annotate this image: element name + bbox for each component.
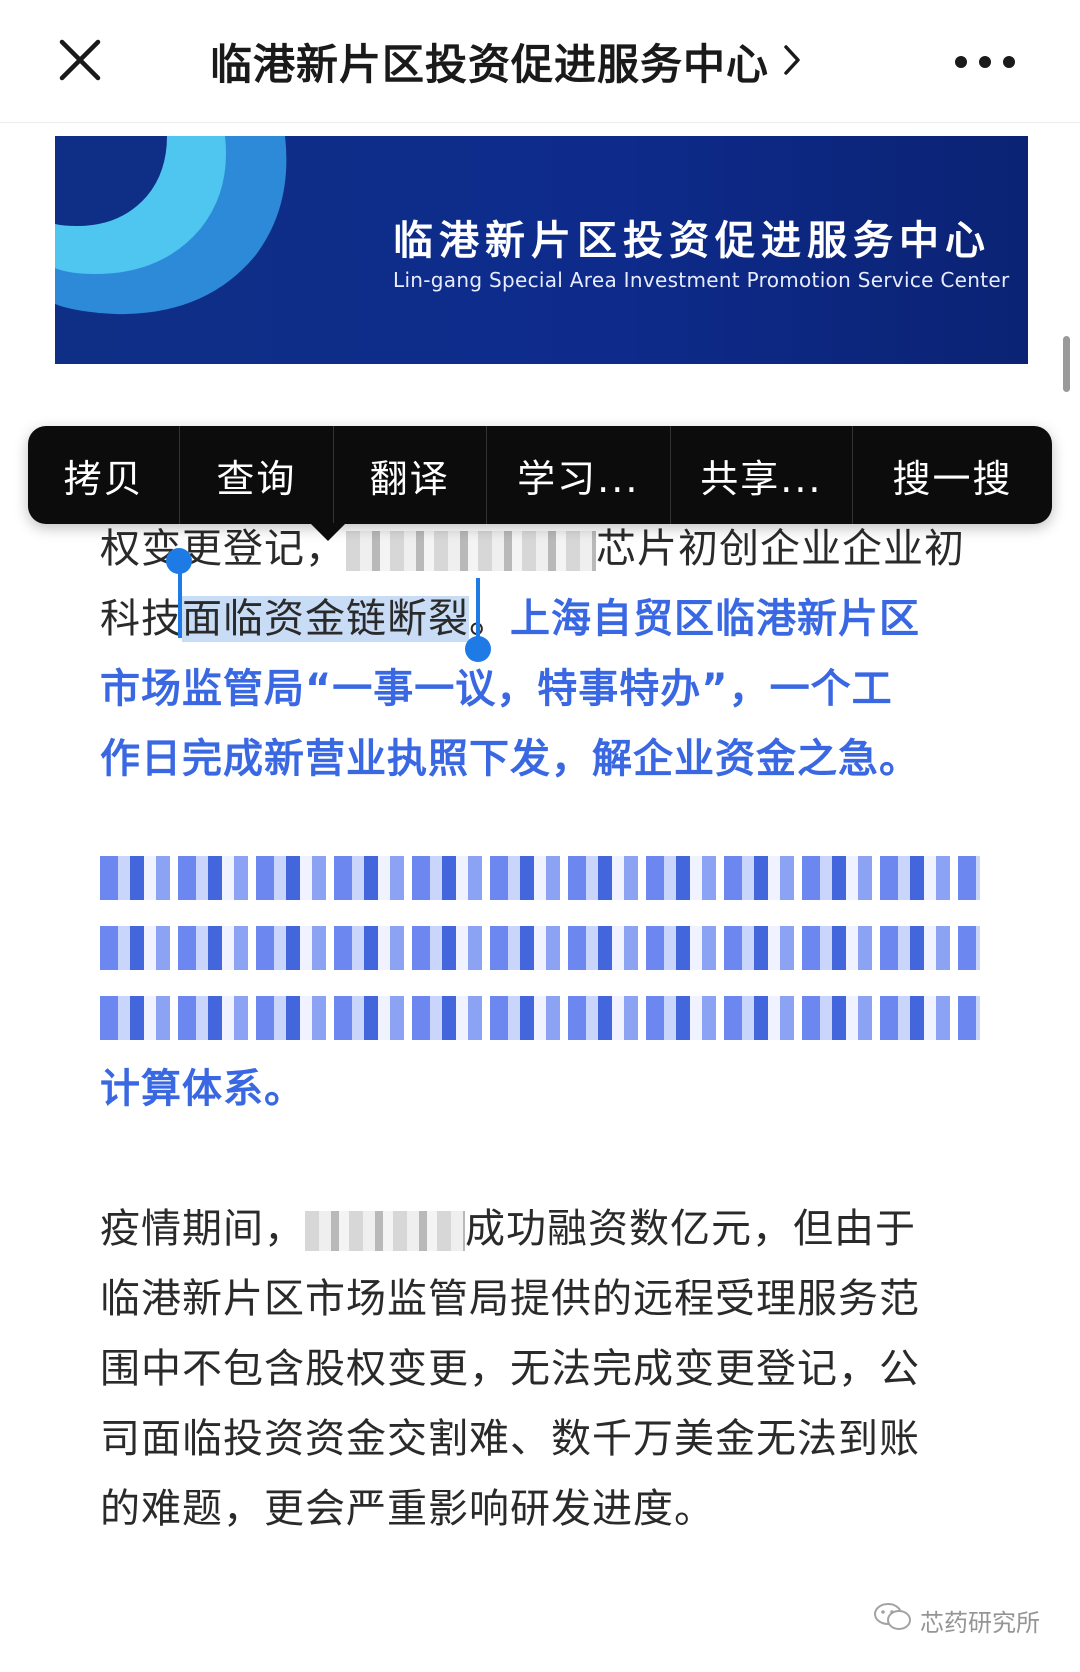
redacted-text [100,926,980,970]
paragraph-line: 临港新片区市场监管局提供的远程受理服务范 [100,1276,920,1322]
redacted-text [100,856,980,900]
close-icon[interactable] [50,30,110,90]
paragraph-line: 司面临投资资金交割难、数千万美金无法到账 [100,1416,920,1462]
more-dot [979,56,991,68]
selected-text[interactable]: 面临资金链断裂 [182,596,469,642]
selection-start-handle[interactable] [166,548,192,574]
banner-title: 临港新片区投资促进服务中心 [393,218,991,264]
menu-pointer-arrow [310,523,346,541]
paragraph-line: 科技面临资金链断裂。上海自贸区临港新片区 [100,590,920,648]
header-banner-image: 临港新片区投资促进服务中心 Lin-gang Special Area Inve… [55,136,1028,364]
text-span: 成功融资数亿元，但由于 [465,1206,916,1252]
watermark: 芯药研究所 [874,1602,1040,1638]
more-dot [1003,56,1015,68]
redacted-text [305,1211,465,1251]
more-dot [955,56,967,68]
wechat-icon [874,1602,912,1638]
text-selection-menu: 拷贝 查询 翻译 学习... 共享... 搜一搜 [28,426,1052,524]
paragraph-line: 的难题，更会严重影响研发进度。 [100,1486,715,1532]
menu-item-search[interactable]: 搜一搜 [853,426,1052,524]
highlight-text: 市场监管局“一事一议，特事特办”，一个工 [100,666,893,712]
menu-item-copy[interactable]: 拷贝 [28,426,181,524]
menu-item-learn[interactable]: 学习... [487,426,671,524]
menu-item-share[interactable]: 共享... [671,426,853,524]
redacted-text [100,996,980,1040]
text-span: 芯片初创企业企业初 [596,526,965,572]
page-title: 临港新片区投资促进服务中心 [210,39,770,89]
paragraph-line: 围中不包含股权变更，无法完成变更登记，公 [100,1346,920,1392]
watermark-text: 芯药研究所 [920,1608,1040,1637]
selection-end-bar [476,578,480,642]
menu-item-lookup[interactable]: 查询 [180,426,334,524]
paragraph-line: 权变更登记， 芯片初创企业企业初 [100,520,965,578]
highlight-text: 计算体系。 [100,1066,305,1112]
top-navigation-bar: 临港新片区投资促进服务中心 [0,0,1080,123]
banner-subtitle: Lin-gang Special Area Investment Promoti… [393,268,1010,292]
highlight-text: 作日完成新营业执照下发，解企业资金之急。 [100,736,920,782]
account-title-link[interactable]: 临港新片区投资促进服务中心 [210,30,890,92]
menu-item-translate[interactable]: 翻译 [334,426,487,524]
selection-end-handle[interactable] [465,636,491,662]
chevron-right-icon [783,37,801,86]
more-options-icon[interactable] [940,40,1030,84]
paragraph-line: 疫情期间， 成功融资数亿元，但由于 [100,1200,916,1258]
text-span: 疫情期间， [100,1206,305,1252]
text-span: 科技 [100,596,182,642]
brand-logo-mark [55,136,287,315]
scrollbar-thumb[interactable] [1063,336,1070,392]
highlight-text: 上海自贸区临港新片区 [510,596,920,642]
redacted-text [346,531,596,571]
